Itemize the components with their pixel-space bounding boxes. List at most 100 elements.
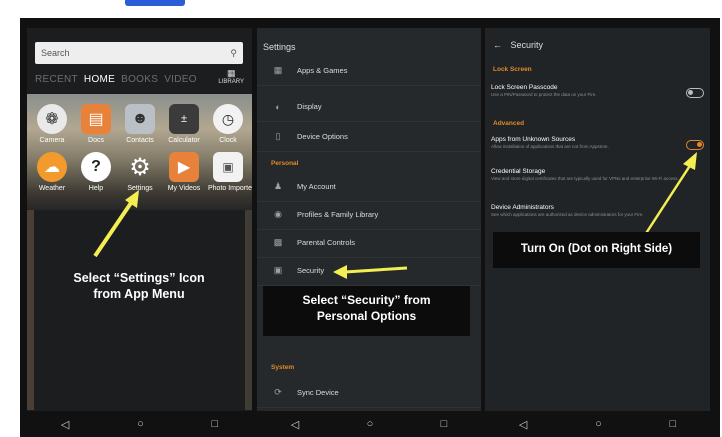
photo-importer-icon: ▣ bbox=[213, 152, 243, 182]
security-instruction-line2: Personal Options bbox=[316, 309, 417, 323]
sync-icon: ⟳ bbox=[274, 387, 282, 397]
docs-icon: ▤ bbox=[81, 104, 111, 134]
recents-button[interactable]: □ bbox=[669, 418, 676, 430]
settings-item-profiles[interactable]: ◉ Profiles & Family Library bbox=[257, 200, 481, 230]
contacts-icon: ☻ bbox=[125, 104, 155, 134]
app-label: Photo Importer bbox=[208, 185, 252, 192]
settings-item-device-options[interactable]: ▯ Device Options bbox=[257, 122, 481, 152]
home-button[interactable]: ○ bbox=[595, 418, 602, 430]
settings-item-label: Sync Device bbox=[297, 388, 339, 397]
back-button[interactable]: ◁ bbox=[519, 418, 527, 431]
section-personal: Personal bbox=[271, 160, 299, 167]
toggle-dot bbox=[688, 90, 693, 95]
search-bar[interactable]: Search ⚲ bbox=[35, 42, 243, 64]
nav-bar: ◁ ○ □ bbox=[485, 411, 710, 437]
security-header: ← Security bbox=[493, 40, 543, 50]
app-label: Camera bbox=[39, 137, 65, 144]
settings-instruction-line2: from App Menu bbox=[93, 287, 185, 301]
home-button[interactable]: ○ bbox=[137, 418, 144, 430]
display-icon: ◐ bbox=[275, 101, 281, 112]
app-weather[interactable]: ☁ Weather bbox=[32, 152, 72, 192]
top-strip bbox=[0, 0, 722, 8]
arrow-to-settings bbox=[93, 190, 139, 258]
camera-icon: ❁ bbox=[37, 104, 67, 134]
library-label: LIBRARY bbox=[218, 79, 244, 85]
apps-icon: ▦ bbox=[273, 65, 283, 75]
app-camera[interactable]: ❁ Camera bbox=[32, 104, 72, 144]
app-label: Weather bbox=[38, 185, 66, 192]
app-contacts[interactable]: ☻ Contacts bbox=[120, 104, 160, 144]
calculator-icon: ± bbox=[169, 104, 199, 134]
app-label: My Videos bbox=[167, 185, 201, 192]
security-panel: ← Security Lock Screen Lock Screen Passc… bbox=[485, 28, 710, 437]
parental-icon: ▩ bbox=[273, 237, 283, 247]
play-icon: ▶ bbox=[169, 152, 199, 182]
settings-item-sync-device[interactable]: ⟳ Sync Device bbox=[257, 378, 481, 408]
security-instruction: Select “Security” from Personal Options bbox=[263, 292, 470, 324]
app-label: Clock bbox=[219, 137, 237, 144]
recents-button[interactable]: □ bbox=[211, 418, 218, 430]
settings-panel: Settings ▦ Apps & Games ◐ Display ▯ Devi… bbox=[257, 28, 481, 437]
profiles-icon: ◉ bbox=[274, 209, 282, 219]
settings-item-label: My Account bbox=[297, 182, 336, 191]
lock-icon: ▣ bbox=[273, 265, 283, 275]
app-label: Calculator bbox=[168, 137, 200, 144]
clock-icon: ◷ bbox=[213, 104, 243, 134]
app-calculator[interactable]: ± Calculator bbox=[164, 104, 204, 144]
back-button[interactable]: ◁ bbox=[291, 418, 299, 431]
settings-item-label: Apps & Games bbox=[297, 66, 348, 75]
search-input[interactable]: Search bbox=[41, 48, 70, 58]
settings-item-label: Device Options bbox=[297, 132, 348, 141]
settings-title: Settings bbox=[263, 42, 296, 52]
app-my-videos[interactable]: ▶ My Videos bbox=[164, 152, 204, 192]
back-arrow-icon[interactable]: ← bbox=[493, 40, 502, 50]
device-icon: ▯ bbox=[275, 131, 281, 141]
section-advanced: Advanced bbox=[493, 120, 525, 127]
weather-icon: ☁ bbox=[37, 152, 67, 182]
settings-item-display[interactable]: ◐ Display bbox=[257, 92, 481, 122]
home-screen-panel: Search ⚲ RECENT HOME BOOKS VIDEO ▦ LIBRA… bbox=[27, 28, 252, 437]
arrow-to-toggle bbox=[641, 152, 697, 239]
recents-button[interactable]: □ bbox=[441, 418, 448, 430]
nav-bar: ◁ ○ □ bbox=[257, 411, 481, 437]
lock-title: Lock Screen Passcode bbox=[491, 84, 558, 91]
app-docs[interactable]: ▤ Docs bbox=[76, 104, 116, 144]
settings-item-label: Display bbox=[297, 102, 322, 111]
tab-recent[interactable]: RECENT bbox=[35, 74, 78, 85]
settings-item-parental-controls[interactable]: ▩ Parental Controls bbox=[257, 228, 481, 258]
back-button[interactable]: ◁ bbox=[61, 418, 69, 431]
nav-bar: ◁ ○ □ bbox=[27, 411, 252, 437]
home-button[interactable]: ○ bbox=[367, 418, 374, 430]
toggle-instruction: Turn On (Dot on Right Side) bbox=[520, 243, 673, 255]
tab-home[interactable]: HOME bbox=[84, 74, 115, 85]
tab-books[interactable]: BOOKS bbox=[121, 74, 158, 85]
app-photo-importer[interactable]: ▣ Photo Importer bbox=[208, 152, 252, 192]
app-label: Contacts bbox=[126, 137, 154, 144]
tab-video[interactable]: VIDEO bbox=[164, 74, 197, 85]
security-title: Security bbox=[510, 40, 544, 50]
unknown-title: Apps from Unknown Sources bbox=[491, 136, 576, 143]
library-grid-icon: ▦ bbox=[226, 68, 236, 78]
library-button[interactable]: ▦ LIBRARY bbox=[218, 68, 244, 85]
setting-lock-screen-passcode[interactable]: Lock Screen Passcode Use a PIN/Password … bbox=[491, 84, 701, 98]
app-label: Docs bbox=[88, 137, 104, 144]
settings-item-apps-games[interactable]: ▦ Apps & Games bbox=[257, 56, 481, 86]
settings-instruction: Select “Settings” Icon from App Menu bbox=[39, 270, 239, 302]
lock-desc: Use a PIN/Password to protect the data o… bbox=[491, 92, 597, 97]
settings-item-label: Profiles & Family Library bbox=[297, 210, 379, 219]
header-accent-bar bbox=[125, 0, 185, 6]
settings-instruction-line1: Select “Settings” Icon bbox=[73, 271, 205, 285]
app-clock[interactable]: ◷ Clock bbox=[208, 104, 248, 144]
wallpaper-edge-right bbox=[245, 210, 252, 410]
arrow-to-security bbox=[333, 265, 408, 279]
security-instruction-line1: Select “Security” from bbox=[302, 293, 431, 307]
settings-item-label: Security bbox=[297, 266, 325, 275]
lock-passcode-toggle[interactable] bbox=[686, 88, 704, 98]
section-system: System bbox=[271, 364, 295, 371]
wallpaper-edge-left bbox=[27, 210, 34, 410]
home-tabs: RECENT HOME BOOKS VIDEO bbox=[35, 70, 244, 88]
section-lock-screen: Lock Screen bbox=[493, 66, 532, 73]
settings-item-my-account[interactable]: ♟ My Account bbox=[257, 172, 481, 202]
person-icon: ♟ bbox=[273, 181, 283, 191]
search-icon[interactable]: ⚲ bbox=[230, 48, 237, 59]
